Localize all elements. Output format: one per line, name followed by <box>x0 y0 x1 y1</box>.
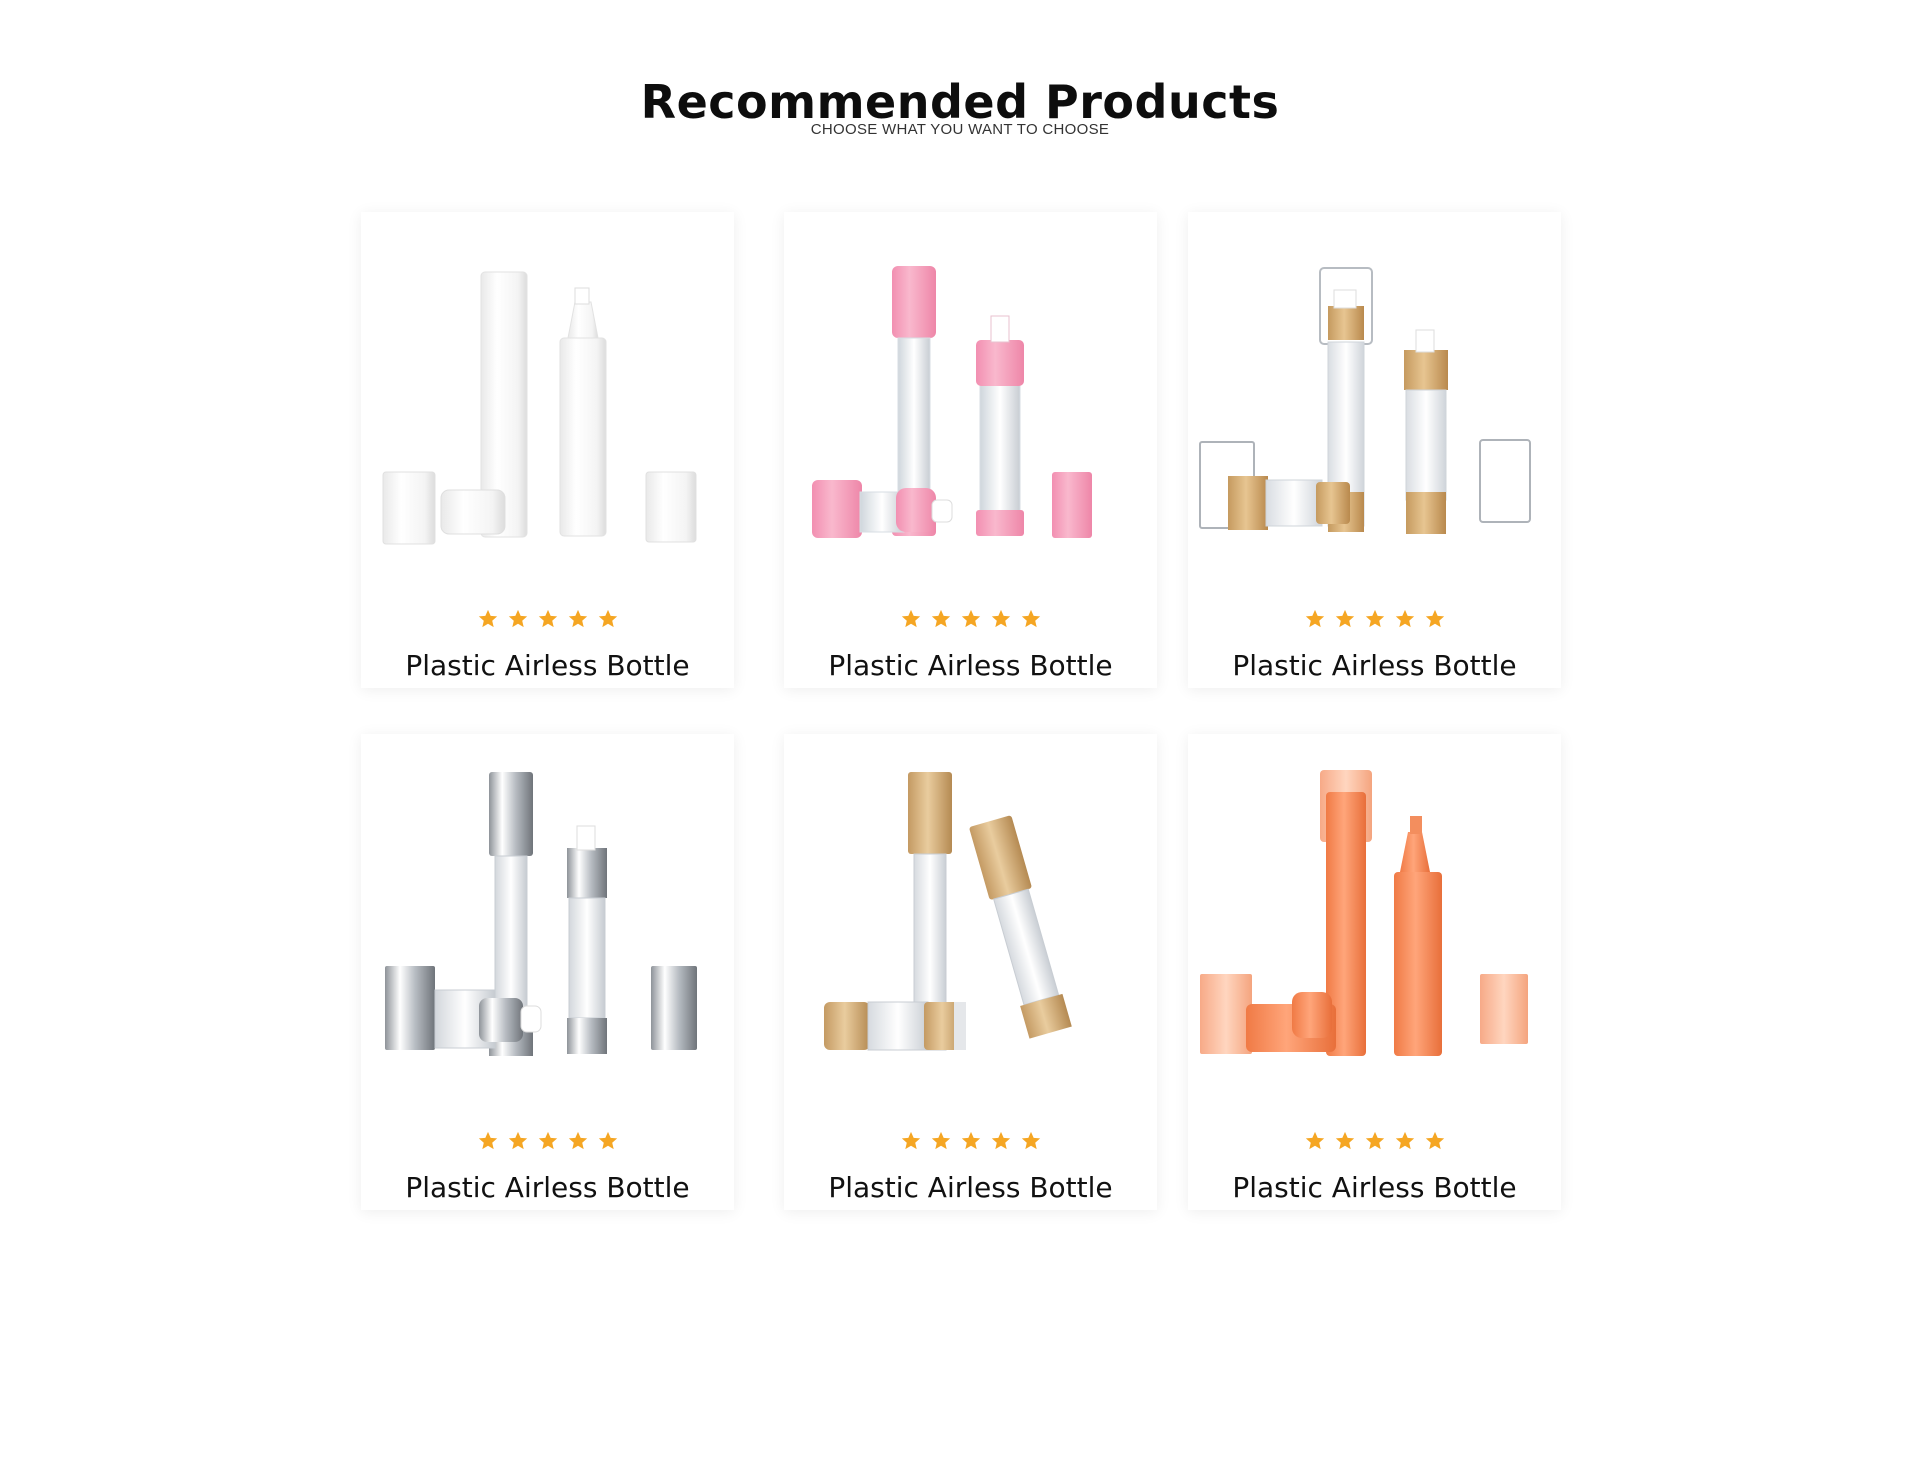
star-icon <box>901 1131 920 1150</box>
star-icon <box>1395 609 1414 628</box>
product-title[interactable]: Plastic Airless Bottle <box>361 1171 734 1204</box>
star-icon <box>538 609 557 628</box>
star-icon <box>1305 1131 1324 1150</box>
star-icon <box>598 609 617 628</box>
product-card[interactable]: Plastic Airless Bottle <box>784 734 1157 1210</box>
star-icon <box>931 609 950 628</box>
rating-stars <box>361 1130 734 1156</box>
star-icon <box>1365 1131 1384 1150</box>
product-card[interactable]: Plastic Airless Bottle <box>361 212 734 688</box>
star-icon <box>1425 609 1444 628</box>
star-icon <box>931 1131 950 1150</box>
rating-stars <box>784 1130 1157 1156</box>
product-card[interactable]: Plastic Airless Bottle <box>1188 212 1561 688</box>
product-image[interactable] <box>1188 752 1561 1072</box>
star-icon <box>1335 1131 1354 1150</box>
rating-stars <box>1188 1130 1561 1156</box>
star-icon <box>1305 609 1324 628</box>
star-icon <box>901 609 920 628</box>
star-icon <box>991 609 1010 628</box>
star-icon <box>508 1131 527 1150</box>
product-title[interactable]: Plastic Airless Bottle <box>784 649 1157 682</box>
product-image[interactable] <box>784 230 1157 550</box>
star-icon <box>538 1131 557 1150</box>
star-icon <box>1425 1131 1444 1150</box>
rating-stars <box>784 608 1157 634</box>
star-icon <box>961 1131 980 1150</box>
product-card[interactable]: Plastic Airless Bottle <box>361 734 734 1210</box>
star-icon <box>478 1131 497 1150</box>
star-icon <box>1021 1131 1040 1150</box>
star-icon <box>598 1131 617 1150</box>
product-title[interactable]: Plastic Airless Bottle <box>784 1171 1157 1204</box>
product-title[interactable]: Plastic Airless Bottle <box>361 649 734 682</box>
product-image[interactable] <box>361 752 734 1072</box>
rating-stars <box>361 608 734 634</box>
product-card[interactable]: Plastic Airless Bottle <box>784 212 1157 688</box>
star-icon <box>1335 609 1354 628</box>
product-image[interactable] <box>361 230 734 550</box>
rating-stars <box>1188 608 1561 634</box>
star-icon <box>1021 609 1040 628</box>
star-icon <box>1365 609 1384 628</box>
star-icon <box>478 609 497 628</box>
star-icon <box>568 609 587 628</box>
product-image[interactable] <box>784 752 1157 1072</box>
star-icon <box>568 1131 587 1150</box>
product-card[interactable]: Plastic Airless Bottle <box>1188 734 1561 1210</box>
product-title[interactable]: Plastic Airless Bottle <box>1188 649 1561 682</box>
star-icon <box>991 1131 1010 1150</box>
star-icon <box>1395 1131 1414 1150</box>
section-subtitle: CHOOSE WHAT YOU WANT TO CHOOSE <box>810 121 1110 138</box>
product-image[interactable] <box>1188 230 1561 550</box>
product-title[interactable]: Plastic Airless Bottle <box>1188 1171 1561 1204</box>
star-icon <box>961 609 980 628</box>
star-icon <box>508 609 527 628</box>
